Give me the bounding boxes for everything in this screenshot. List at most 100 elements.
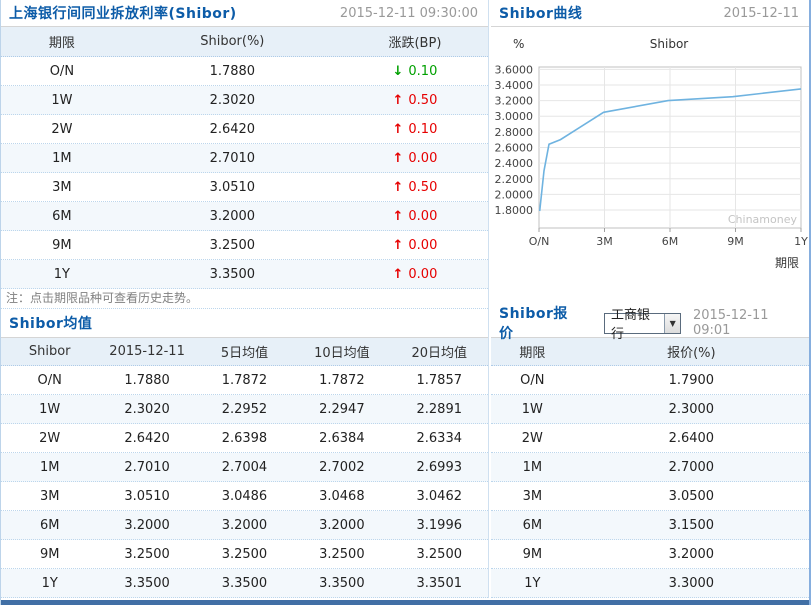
- term-cell: 3M: [522, 488, 543, 504]
- change-value: 0.50: [408, 92, 438, 108]
- x-grid: [538, 67, 802, 232]
- col-header-10day: 10日均值: [314, 346, 370, 361]
- value-cell: 2.7004: [221, 459, 268, 475]
- term-link[interactable]: 1M: [1, 151, 123, 166]
- bank-select[interactable]: 工商银行 ▼: [603, 308, 681, 342]
- change-cell: ↑ 0.00: [342, 238, 488, 253]
- chevron-down-icon[interactable]: ▼: [664, 313, 680, 333]
- change-cell: ↑ 0.50: [342, 180, 488, 195]
- col-header-quote: 报价(%): [667, 346, 716, 361]
- bottom-section: Shibor均值 Shibor 2015-12-11 5日均值 10日均值 20…: [1, 306, 809, 598]
- change-cell: ↓ 0.10: [342, 64, 488, 79]
- term-link[interactable]: 1Y: [1, 267, 123, 282]
- table-row: 3M 3.0500: [491, 482, 809, 511]
- rate-value: 2.3020: [209, 92, 256, 108]
- value-cell: 3.2000: [124, 517, 170, 533]
- change-value: 0.50: [408, 179, 438, 195]
- x-tick-labels: O/N 3M 6M 9M 1Y: [529, 235, 808, 248]
- x-axis-title: 期限: [775, 256, 799, 270]
- table-row: 9M 3.2500 ↑ 0.00: [1, 231, 488, 260]
- table-row: 3M 3.0510 ↑ 0.50: [1, 173, 488, 202]
- col-header-date: 2015-12-11: [109, 344, 185, 359]
- table-row: 1M 2.7000: [491, 453, 809, 482]
- term-cell: 1W: [521, 401, 543, 417]
- svg-text:3M: 3M: [596, 235, 613, 248]
- rates-note: 注：点击期限品种可查看历史走势。: [1, 289, 488, 309]
- col-header-change: 涨跌(BP): [388, 36, 442, 51]
- value-cell: 3.2500: [221, 546, 268, 562]
- table-row: 6M 3.2000 ↑ 0.00: [1, 202, 488, 231]
- change-value: 0.00: [408, 150, 438, 166]
- change-value: 0.10: [408, 63, 438, 79]
- value-cell: 2.6420: [124, 430, 170, 446]
- quote-value: 2.6400: [668, 430, 715, 446]
- term-link[interactable]: 9M: [1, 238, 123, 253]
- curve-title-bar: Shibor曲线 2015-12-11: [491, 0, 809, 27]
- col-header-term: 期限: [48, 36, 75, 51]
- rates-panel: 上海银行间同业拆放利率(Shibor) 2015-12-11 09:30:00 …: [1, 0, 489, 309]
- quotes-timestamp: 2015-12-11 09:01: [692, 308, 769, 338]
- down-arrow-icon: ↓: [392, 63, 404, 79]
- term-cell: 6M: [39, 517, 60, 533]
- table-row: 1M 2.7010 ↑ 0.00: [1, 144, 488, 173]
- term-cell: O/N: [520, 372, 545, 388]
- change-cell: ↑ 0.00: [342, 151, 488, 166]
- means-table-header: Shibor 2015-12-11 5日均值 10日均值 20日均值: [1, 338, 488, 366]
- term-cell: 1Y: [524, 575, 541, 591]
- term-link[interactable]: O/N: [1, 64, 123, 79]
- shibor-curve-chart: % Shibor 1.8000 2.0000 2.2000 2.4000 2.6000 2…: [491, 27, 809, 309]
- quote-value: 3.0500: [668, 488, 715, 504]
- means-panel-title: Shibor均值: [9, 316, 93, 332]
- rate-value: 3.0510: [209, 179, 256, 195]
- term-cell: 1M: [522, 459, 543, 475]
- value-cell: 2.6398: [221, 430, 268, 446]
- curve-date: 2015-12-11: [723, 5, 799, 21]
- table-row: 1Y 3.3500 ↑ 0.00: [1, 260, 488, 289]
- means-panel: Shibor均值 Shibor 2015-12-11 5日均值 10日均值 20…: [1, 309, 489, 598]
- term-cell: 1Y: [41, 575, 58, 591]
- rates-title-bar: 上海银行间同业拆放利率(Shibor) 2015-12-11 09:30:00: [1, 0, 488, 27]
- table-row: 2W 2.6400: [491, 424, 809, 453]
- term-cell: 6M: [522, 517, 543, 533]
- value-cell: 3.3500: [221, 575, 268, 591]
- term-cell: 2W: [39, 430, 61, 446]
- change-cell: ↑ 0.10: [342, 122, 488, 137]
- up-arrow-icon: ↑: [392, 208, 404, 224]
- term-link[interactable]: 3M: [1, 180, 123, 195]
- value-cell: 3.2500: [416, 546, 463, 562]
- change-cell: ↑ 0.50: [342, 93, 488, 108]
- value-cell: 3.2500: [319, 546, 365, 562]
- rate-value: 2.6420: [209, 121, 256, 137]
- up-arrow-icon: ↑: [392, 121, 404, 137]
- term-link[interactable]: 2W: [1, 122, 123, 137]
- up-arrow-icon: ↑: [392, 179, 404, 195]
- table-row: 1Y 3.3000: [491, 569, 809, 598]
- svg-text:3.6000: 3.6000: [495, 63, 534, 76]
- bank-select-value: 工商银行: [610, 308, 650, 342]
- value-cell: 3.0468: [319, 488, 365, 504]
- value-cell: 3.3501: [416, 575, 463, 591]
- quotes-title-bar: Shibor报价 工商银行 ▼ 2015-12-11 09:01: [491, 306, 809, 342]
- quote-value: 3.2000: [668, 546, 715, 562]
- svg-text:O/N: O/N: [529, 235, 550, 248]
- table-row: 1W 2.3020 2.2952 2.2947 2.2891: [1, 395, 488, 424]
- table-row: 9M 3.2500 3.2500 3.2500 3.2500: [1, 540, 488, 569]
- term-link[interactable]: 6M: [1, 209, 123, 224]
- y-tick-labels: 1.8000 2.0000 2.2000 2.4000 2.6000 2.8000 3.00…: [495, 63, 534, 217]
- term-link[interactable]: 1W: [1, 93, 123, 108]
- svg-text:3.2000: 3.2000: [495, 95, 534, 108]
- quotes-panel-title: Shibor报价: [499, 306, 568, 342]
- curve-panel: Shibor曲线 2015-12-11 % Shibor 1.8000 2.000…: [491, 0, 809, 309]
- table-row: 1W 2.3000: [491, 395, 809, 424]
- change-value: 0.00: [408, 208, 438, 224]
- value-cell: 2.7010: [124, 459, 170, 475]
- quotes-table-header: 期限 报价(%): [491, 338, 809, 366]
- up-arrow-icon: ↑: [392, 266, 404, 282]
- value-cell: 3.2000: [319, 517, 365, 533]
- value-cell: 2.6334: [416, 430, 463, 446]
- up-arrow-icon: ↑: [392, 92, 404, 108]
- up-arrow-icon: ↑: [392, 150, 404, 166]
- quote-value: 1.7900: [668, 372, 715, 388]
- top-section: 上海银行间同业拆放利率(Shibor) 2015-12-11 09:30:00 …: [1, 0, 809, 309]
- term-cell: O/N: [37, 372, 62, 388]
